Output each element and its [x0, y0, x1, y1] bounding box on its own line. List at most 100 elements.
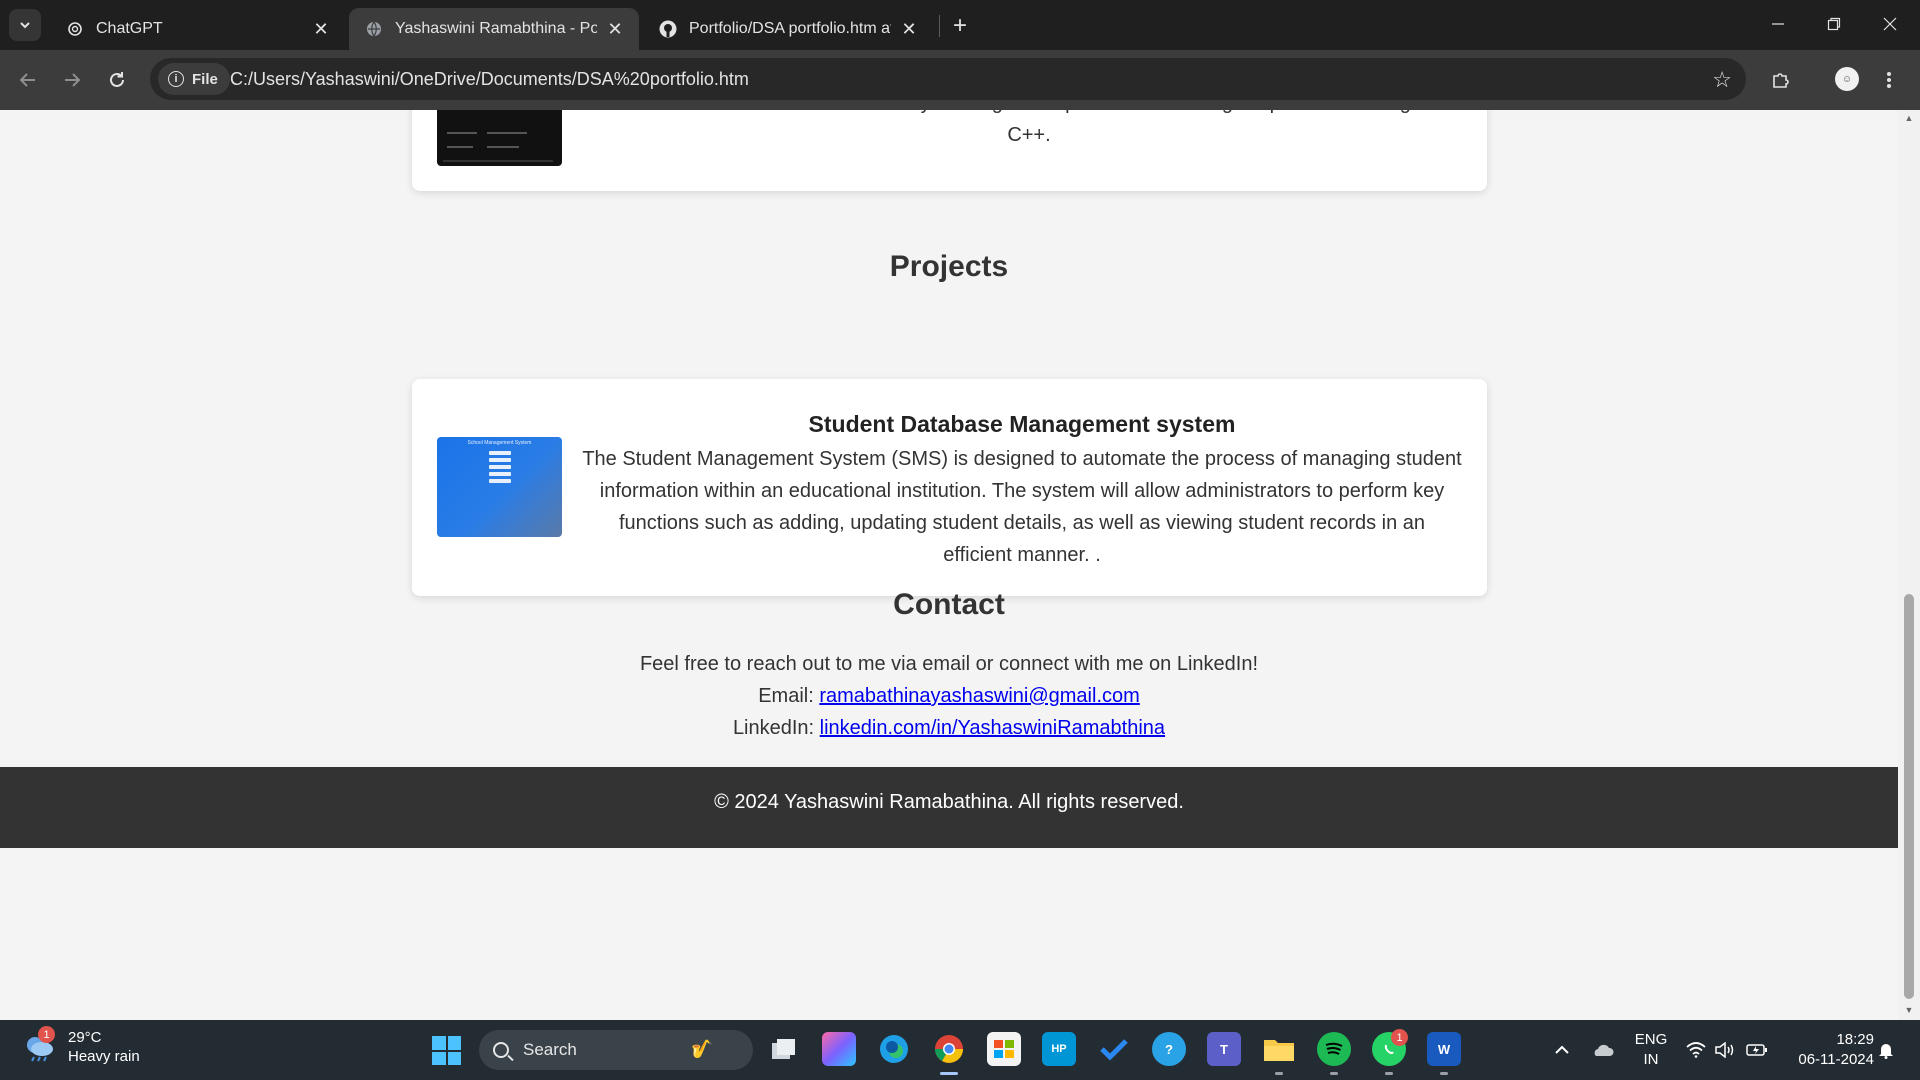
- chevron-up-icon[interactable]: [1550, 1020, 1574, 1080]
- chatgpt-logo-icon: [66, 20, 84, 38]
- copilot-icon[interactable]: [822, 1032, 856, 1066]
- url-text[interactable]: C:/Users/Yashaswini/OneDrive/Documents/D…: [230, 69, 749, 90]
- close-tab-icon[interactable]: ✕: [605, 19, 625, 39]
- language-code: ENG: [1634, 1031, 1668, 1048]
- close-tab-icon[interactable]: ✕: [899, 19, 919, 39]
- task-view-icon[interactable]: [767, 1032, 801, 1066]
- weather-desc: Heavy rain: [68, 1048, 140, 1065]
- word-running-indicator: [1440, 1072, 1448, 1075]
- site-info-chip[interactable]: i File: [158, 63, 230, 95]
- tab-chatgpt[interactable]: ChatGPT ✕: [50, 8, 345, 50]
- projects-heading: Projects: [889, 250, 1009, 283]
- close-tab-icon[interactable]: ✕: [311, 19, 331, 39]
- project-image-caption: School Management System: [467, 440, 532, 446]
- notification-bell-icon[interactable]: [1874, 1020, 1898, 1080]
- weather-widget[interactable]: 1 29°C Heavy rain: [22, 1026, 140, 1066]
- tab-github[interactable]: Portfolio/DSA portfolio.htm at n ✕: [643, 8, 933, 50]
- globe-icon: [365, 20, 383, 38]
- page-viewport: Achieved a remarkable milestone by earni…: [0, 110, 1898, 1020]
- chrome-browser-icon[interactable]: [932, 1032, 966, 1066]
- achievement-text: Achieved a remarkable milestone by earni…: [594, 110, 1464, 151]
- tab-title: Yashaswini Ramabthina - Portfo: [395, 20, 597, 37]
- restore-icon: [1827, 17, 1841, 31]
- project-image: School Management System: [437, 437, 562, 537]
- email-label: Email:: [758, 685, 814, 707]
- page-scrollbar[interactable]: ▲ ▼: [1898, 110, 1920, 1020]
- close-icon: [1883, 17, 1897, 31]
- wifi-icon[interactable]: [1684, 1020, 1708, 1080]
- onedrive-cloud-icon[interactable]: [1588, 1020, 1618, 1080]
- scroll-up-arrow-icon[interactable]: ▲: [1904, 113, 1914, 123]
- arrow-left-icon: [19, 73, 35, 87]
- windows-start-button[interactable]: [432, 1036, 461, 1065]
- back-button[interactable]: [12, 64, 44, 96]
- weather-badge: 1: [38, 1026, 55, 1043]
- tab-title: ChatGPT: [96, 20, 163, 37]
- restore-button[interactable]: [1806, 0, 1862, 48]
- scrollbar-thumb[interactable]: [1904, 594, 1914, 999]
- edge-browser-icon[interactable]: [877, 1032, 911, 1066]
- spotify-running-indicator: [1330, 1072, 1338, 1075]
- taskbar-search-box[interactable]: Search 🎷: [479, 1030, 753, 1070]
- volume-icon[interactable]: [1713, 1020, 1737, 1080]
- new-tab-button[interactable]: +: [946, 12, 974, 40]
- tab-portfolio[interactable]: Yashaswini Ramabthina - Portfo ✕: [349, 8, 639, 50]
- search-highlight-icon: 🎷: [691, 1039, 714, 1059]
- linkedin-link[interactable]: linkedin.com/in/YashaswiniRamabthina: [820, 717, 1165, 739]
- browser-menu-button[interactable]: [1873, 64, 1905, 96]
- explorer-running-indicator: [1275, 1072, 1283, 1075]
- contact-intro: Feel free to reach out to me via email o…: [639, 653, 1259, 675]
- word-app-icon[interactable]: W: [1427, 1032, 1461, 1066]
- project-description: The Student Management System (SMS) is d…: [582, 448, 1462, 566]
- profile-avatar[interactable]: ☺: [1835, 67, 1859, 91]
- address-bar[interactable]: i File C:/Users/Yashaswini/OneDrive/Docu…: [150, 58, 1746, 100]
- myhp-app-icon[interactable]: HP: [1042, 1032, 1076, 1066]
- contact-email-row: Email: ramabathinayashaswini@gmail.com: [0, 680, 1898, 712]
- weather-temp: 29°C: [68, 1029, 102, 1046]
- browser-toolbar: i File C:/Users/Yashaswini/OneDrive/Docu…: [0, 50, 1920, 110]
- contact-linkedin-row: LinkedIn: linkedin.com/in/YashaswiniRama…: [0, 712, 1898, 744]
- linkedin-label: LinkedIn:: [732, 717, 815, 739]
- achievement-image: [437, 110, 562, 166]
- info-icon: i: [168, 71, 184, 87]
- footer-copyright: © 2024 Yashaswini Ramabathina. All right…: [714, 791, 1184, 813]
- todo-checkmark-icon[interactable]: [1097, 1032, 1131, 1066]
- reload-button[interactable]: [101, 64, 133, 96]
- reload-icon: [110, 72, 124, 87]
- windows-taskbar: 1 29°C Heavy rain Search 🎷 HP ? T 1 W EN…: [0, 1020, 1920, 1080]
- whatsapp-badge: 1: [1391, 1029, 1408, 1046]
- chrome-active-indicator: [940, 1072, 958, 1075]
- achievement-text-end: C++.: [1007, 124, 1051, 146]
- minimize-icon: [1772, 23, 1784, 25]
- achievement-card: Achieved a remarkable milestone by earni…: [412, 110, 1487, 191]
- tab-divider: [939, 15, 940, 37]
- spotify-icon[interactable]: [1317, 1032, 1351, 1066]
- extensions-button[interactable]: [1765, 64, 1797, 96]
- close-window-button[interactable]: [1862, 0, 1918, 48]
- chevron-down-icon: [20, 22, 30, 29]
- system-clock[interactable]: 18:29 06-11-2024: [1782, 1030, 1874, 1070]
- tab-title: Portfolio/DSA portfolio.htm at n: [689, 20, 891, 37]
- forward-button[interactable]: [56, 64, 88, 96]
- page-footer: © 2024 Yashaswini Ramabathina. All right…: [0, 767, 1898, 848]
- scroll-down-arrow-icon[interactable]: ▼: [1904, 1005, 1914, 1015]
- input-language[interactable]: ENG IN: [1633, 1030, 1669, 1070]
- github-logo-icon: [659, 20, 677, 38]
- site-chip-label: File: [192, 70, 218, 88]
- get-help-icon[interactable]: ?: [1152, 1032, 1186, 1066]
- bookmark-star-icon[interactable]: ☆: [1712, 67, 1732, 93]
- file-explorer-icon[interactable]: [1262, 1032, 1296, 1066]
- tab-search-button[interactable]: [9, 9, 41, 41]
- arrow-right-icon: [65, 73, 81, 87]
- minimize-button[interactable]: [1750, 0, 1806, 48]
- contact-section: Feel free to reach out to me via email o…: [0, 648, 1898, 744]
- clock-date: 06-11-2024: [1798, 1051, 1874, 1068]
- microsoft-store-icon[interactable]: [987, 1032, 1021, 1066]
- contact-heading: Contact: [893, 588, 1005, 621]
- battery-icon[interactable]: [1745, 1020, 1769, 1080]
- email-link[interactable]: ramabathinayashaswini@gmail.com: [819, 685, 1139, 707]
- teams-app-icon[interactable]: T: [1207, 1032, 1241, 1066]
- project-title: Student Database Management system: [808, 411, 1236, 437]
- browser-tab-strip: ChatGPT ✕ Yashaswini Ramabthina - Portfo…: [0, 0, 1920, 50]
- taskbar-search-placeholder: Search: [523, 1040, 577, 1059]
